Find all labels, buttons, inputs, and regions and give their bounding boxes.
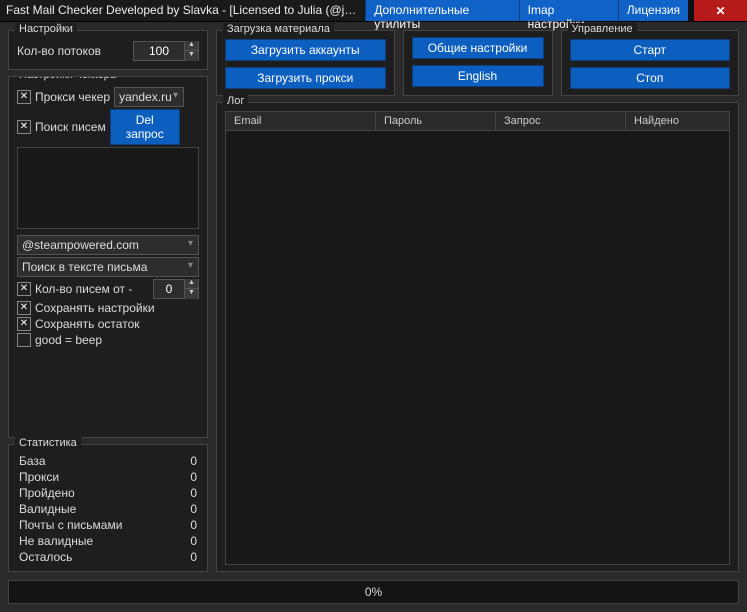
stat-row: Не валидные 0 xyxy=(17,533,199,549)
threads-spin-up-icon[interactable]: ▲ xyxy=(184,41,198,51)
threads-spin-down-icon[interactable]: ▼ xyxy=(184,51,198,61)
stat-row: Прокси 0 xyxy=(17,469,199,485)
checker-legend: Настройки чеккера xyxy=(15,76,120,81)
count-from-input[interactable] xyxy=(154,282,184,296)
threads-spinner[interactable]: ▲ ▼ xyxy=(133,41,199,61)
log-header: Email Пароль Запрос Найдено xyxy=(226,112,729,131)
log-legend: Лог xyxy=(223,95,248,107)
stat-key: Валидные xyxy=(19,502,76,516)
log-col-query[interactable]: Запрос xyxy=(496,112,626,130)
load-accounts-button[interactable]: Загрузить аккаунты xyxy=(225,39,386,61)
close-icon: ✕ xyxy=(716,4,726,18)
stat-row: Почты с письмами 0 xyxy=(17,517,199,533)
stats-legend: Статистика xyxy=(15,437,81,449)
start-button[interactable]: Старт xyxy=(570,39,731,61)
good-beep-label: good = beep xyxy=(35,333,102,347)
queries-list[interactable] xyxy=(17,147,199,229)
save-settings-label: Сохранять настройки xyxy=(35,301,155,315)
control-legend: Управление xyxy=(568,23,637,35)
log-col-password[interactable]: Пароль xyxy=(376,112,496,130)
log-col-found[interactable]: Найдено xyxy=(626,112,729,130)
stat-row: Пройдено 0 xyxy=(17,485,199,501)
proxy-checker-select[interactable] xyxy=(114,87,184,107)
stat-value: 0 xyxy=(190,518,197,532)
stat-row: Осталось 0 xyxy=(17,549,199,565)
log-body xyxy=(226,131,729,564)
log-table[interactable]: Email Пароль Запрос Найдено xyxy=(225,111,730,565)
menu-imap-settings[interactable]: Imap настройки xyxy=(519,0,618,21)
save-remainder-label: Сохранять остаток xyxy=(35,317,140,331)
menu-license[interactable]: Лицензия xyxy=(618,0,688,21)
stats-group: Статистика База0Прокси0Пройдено0Валидные… xyxy=(8,444,208,572)
log-group: Лог Email Пароль Запрос Найдено xyxy=(216,102,739,572)
search-mails-label: Поиск писем xyxy=(35,120,106,134)
save-remainder-checkbox[interactable]: ✕ xyxy=(17,317,31,331)
progress-bar: 0% xyxy=(8,580,739,604)
settings-group: Настройки Кол-во потоков ▲ ▼ xyxy=(8,30,208,70)
search-in-body-select[interactable] xyxy=(17,257,199,277)
english-button[interactable]: English xyxy=(412,65,544,87)
good-beep-checkbox[interactable]: ✕ xyxy=(17,333,31,347)
stop-button[interactable]: Стоп xyxy=(570,67,731,89)
stat-value: 0 xyxy=(190,470,197,484)
stat-key: Не валидные xyxy=(19,534,93,548)
threads-input[interactable] xyxy=(134,44,184,58)
domain-select[interactable] xyxy=(17,235,199,255)
proxy-checker-label: Прокси чекер xyxy=(35,90,110,104)
proxy-checker-checkbox[interactable]: ✕ xyxy=(17,90,31,104)
stat-key: Пройдено xyxy=(19,486,75,500)
stat-value: 0 xyxy=(190,486,197,500)
stat-row: База 0 xyxy=(17,453,199,469)
threads-label: Кол-во потоков xyxy=(17,44,129,58)
window-title: Fast Mail Checker Developed by Slavka - … xyxy=(0,0,365,21)
count-spin-up-icon[interactable]: ▲ xyxy=(184,279,198,289)
close-button[interactable]: ✕ xyxy=(694,0,747,21)
stat-value: 0 xyxy=(190,550,197,564)
stat-value: 0 xyxy=(190,534,197,548)
settings-legend: Настройки xyxy=(15,23,77,35)
count-from-spinner[interactable]: ▲ ▼ xyxy=(153,279,199,299)
log-col-email[interactable]: Email xyxy=(226,112,376,130)
count-spin-down-icon[interactable]: ▼ xyxy=(184,289,198,299)
count-from-checkbox[interactable]: ✕ xyxy=(17,282,31,296)
search-mails-checkbox[interactable]: ✕ xyxy=(17,120,31,134)
stat-key: Прокси xyxy=(19,470,59,484)
stat-value: 0 xyxy=(190,454,197,468)
stat-key: Осталось xyxy=(19,550,72,564)
menu-extras[interactable]: Дополнительные утилиты xyxy=(365,0,518,21)
load-legend: Загрузка материала xyxy=(223,23,334,35)
general-settings-button[interactable]: Общие настройки xyxy=(412,37,544,59)
control-group: Управление Старт Стоп xyxy=(561,30,740,96)
load-material-group: Загрузка материала Загрузить аккаунты За… xyxy=(216,30,395,96)
stat-key: База xyxy=(19,454,46,468)
checker-settings-group: Настройки чеккера ✕ Прокси чекер ✕ Поиск… xyxy=(8,76,208,438)
stat-row: Валидные 0 xyxy=(17,501,199,517)
progress-text: 0% xyxy=(365,585,382,599)
count-from-label: Кол-во писем от - xyxy=(35,282,149,296)
save-settings-checkbox[interactable]: ✕ xyxy=(17,301,31,315)
general-group: Общие настройки English xyxy=(403,30,553,96)
stat-value: 0 xyxy=(190,502,197,516)
stat-key: Почты с письмами xyxy=(19,518,122,532)
titlebar: Fast Mail Checker Developed by Slavka - … xyxy=(0,0,747,22)
del-request-button[interactable]: Del запрос xyxy=(110,109,180,145)
load-proxies-button[interactable]: Загрузить прокси xyxy=(225,67,386,89)
